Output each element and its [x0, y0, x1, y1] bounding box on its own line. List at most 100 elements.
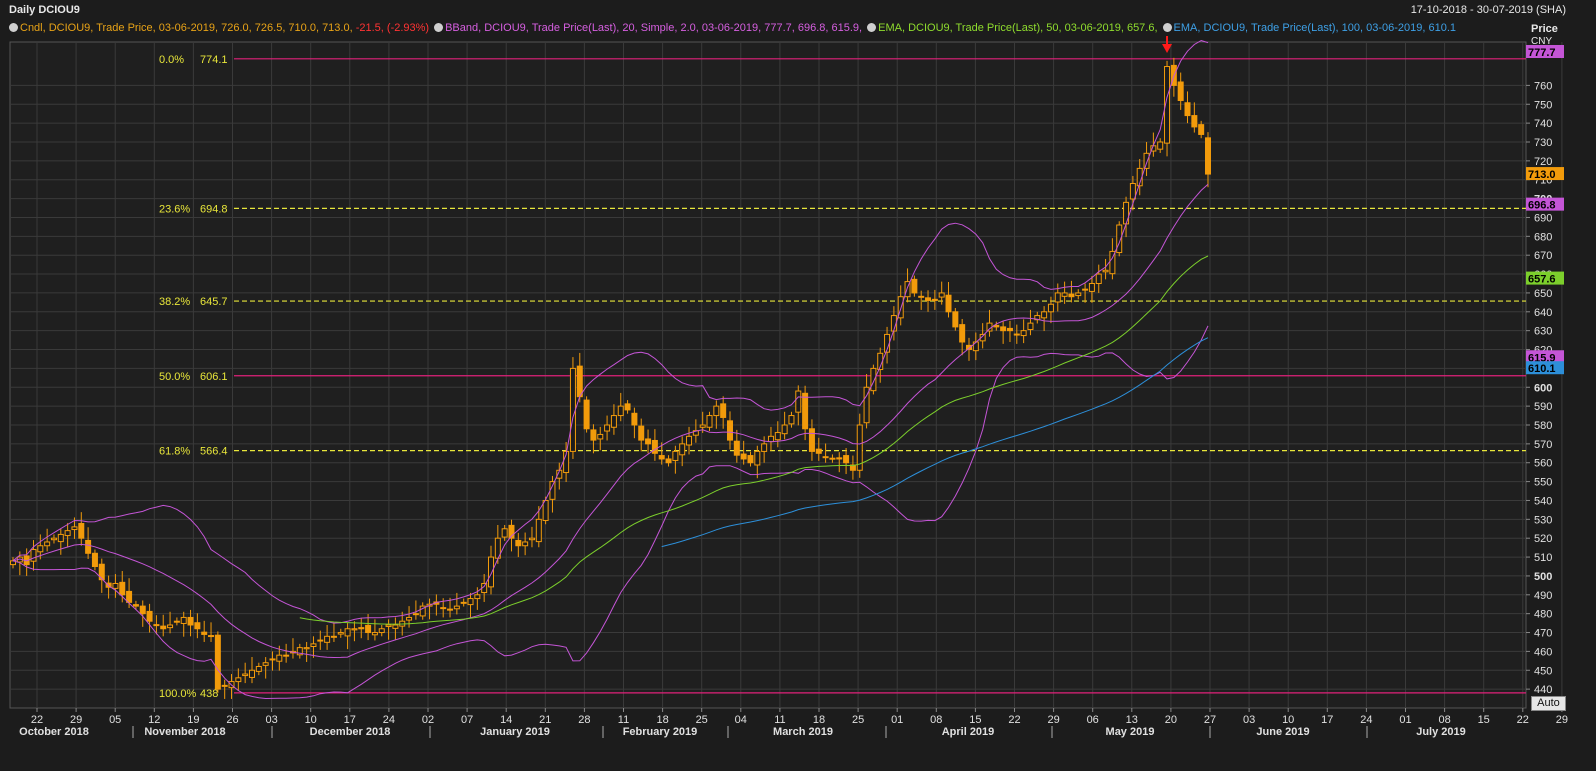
candle-body	[918, 295, 925, 298]
candle-body	[440, 607, 447, 610]
candle-body	[645, 438, 652, 445]
y-tick-label: 490	[1534, 590, 1552, 602]
x-tick-label: 08	[1438, 714, 1450, 726]
candle-body	[952, 311, 959, 328]
candle-body	[610, 415, 617, 428]
x-month-label: November 2018	[144, 726, 225, 738]
x-tick-label: 02	[422, 714, 434, 726]
candle-body	[1143, 152, 1150, 169]
candle-body	[167, 624, 174, 629]
candle-body	[761, 443, 768, 452]
candle-body	[781, 424, 788, 435]
candle-body	[870, 367, 877, 392]
x-tick-label: 29	[1047, 714, 1059, 726]
x-tick-label: 29	[70, 714, 82, 726]
y-tick-label: 570	[1534, 439, 1552, 451]
candle-body	[119, 581, 126, 596]
x-tick-label: 24	[1360, 714, 1372, 726]
candle-body	[911, 278, 918, 294]
candle-body	[549, 481, 556, 500]
candle-body	[64, 530, 71, 537]
candle-body	[569, 367, 576, 452]
candle-body	[317, 639, 324, 642]
fib-value: 606.1	[200, 371, 228, 383]
candle-body	[1095, 273, 1102, 284]
x-tick-label: 01	[1399, 714, 1411, 726]
x-tick-label: 27	[1204, 714, 1216, 726]
candle-body	[1102, 269, 1109, 273]
candle-body	[242, 673, 249, 677]
last-value-label: 713.0	[1528, 169, 1556, 181]
fib-value: 694.8	[200, 203, 228, 215]
candle-body	[686, 435, 693, 446]
x-tick-label: 14	[500, 714, 512, 726]
x-tick-label: 28	[578, 714, 590, 726]
candle-body	[208, 635, 215, 638]
candle-body	[194, 622, 201, 630]
candle-body	[1082, 288, 1089, 291]
fib-value: 774.1	[200, 54, 228, 66]
x-tick-label: 06	[1087, 714, 1099, 726]
candle-body	[1177, 81, 1184, 101]
candle-body	[153, 624, 160, 627]
x-tick-label: 11	[774, 714, 785, 726]
candle-body	[385, 624, 392, 627]
fib-label: 100.0%	[159, 688, 197, 700]
candle-body	[460, 601, 467, 604]
y-tick-label: 520	[1534, 533, 1552, 545]
x-tick-label: 01	[891, 714, 903, 726]
candle-body	[583, 399, 590, 430]
y-tick-label: 750	[1534, 99, 1552, 111]
x-month-label: March 2019	[773, 726, 833, 738]
fib-value: 645.7	[200, 296, 228, 308]
x-tick-label: 04	[735, 714, 747, 726]
x-tick-label: 25	[696, 714, 708, 726]
x-tick-label: 26	[226, 714, 238, 726]
candle-body	[160, 625, 167, 630]
candle-body	[365, 624, 372, 634]
candle-body	[843, 455, 850, 464]
x-tick-label: 22	[31, 714, 43, 726]
candle-body	[1191, 115, 1198, 128]
candle-body	[1047, 303, 1054, 313]
auto-scale-button[interactable]: Auto	[1531, 696, 1566, 711]
candle-body	[330, 635, 337, 638]
candle-body	[604, 424, 611, 432]
fib-label: 50.0%	[159, 371, 190, 383]
candle-body	[808, 428, 815, 452]
chart-window: Daily DCIOU9 17-10-2018 - 30-07-2019 (SH…	[0, 0, 1596, 771]
y-tick-label: 580	[1534, 420, 1552, 432]
candle-body	[1054, 292, 1061, 303]
fib-value: 438	[200, 688, 218, 700]
candle-body	[706, 415, 713, 428]
candle-body	[1061, 292, 1068, 297]
candle-body	[1205, 137, 1211, 175]
candle-body	[740, 453, 747, 460]
candle-body	[788, 415, 795, 425]
x-tick-label: 21	[539, 714, 551, 726]
y-tick-label: 470	[1534, 628, 1552, 640]
candle-body	[180, 616, 187, 624]
candle-body	[1020, 330, 1027, 337]
candle-body	[474, 594, 481, 600]
x-tick-label: 15	[969, 714, 981, 726]
candle-body	[1068, 293, 1075, 298]
candle-body	[720, 403, 727, 418]
candle-body	[453, 605, 460, 610]
x-month-label: February 2019	[623, 726, 698, 738]
price-axis-header: Price	[1531, 23, 1558, 35]
candle-body	[822, 456, 829, 459]
x-tick-label: 25	[852, 714, 864, 726]
candle-body	[679, 443, 686, 456]
candle-body	[836, 457, 843, 460]
candle-body	[767, 435, 774, 443]
x-month-label: December 2018	[310, 726, 391, 738]
price-chart[interactable]: 440 450 460 470 480 490 500 510 520 530 540 550 560 5…	[0, 0, 1596, 771]
candle-body	[617, 405, 624, 417]
y-tick-label: 690	[1534, 212, 1552, 224]
candle-body	[358, 627, 365, 630]
candle-body	[262, 662, 269, 666]
candle-body	[651, 439, 658, 454]
fib-label: 23.6%	[159, 203, 190, 215]
candle-body	[747, 455, 754, 464]
